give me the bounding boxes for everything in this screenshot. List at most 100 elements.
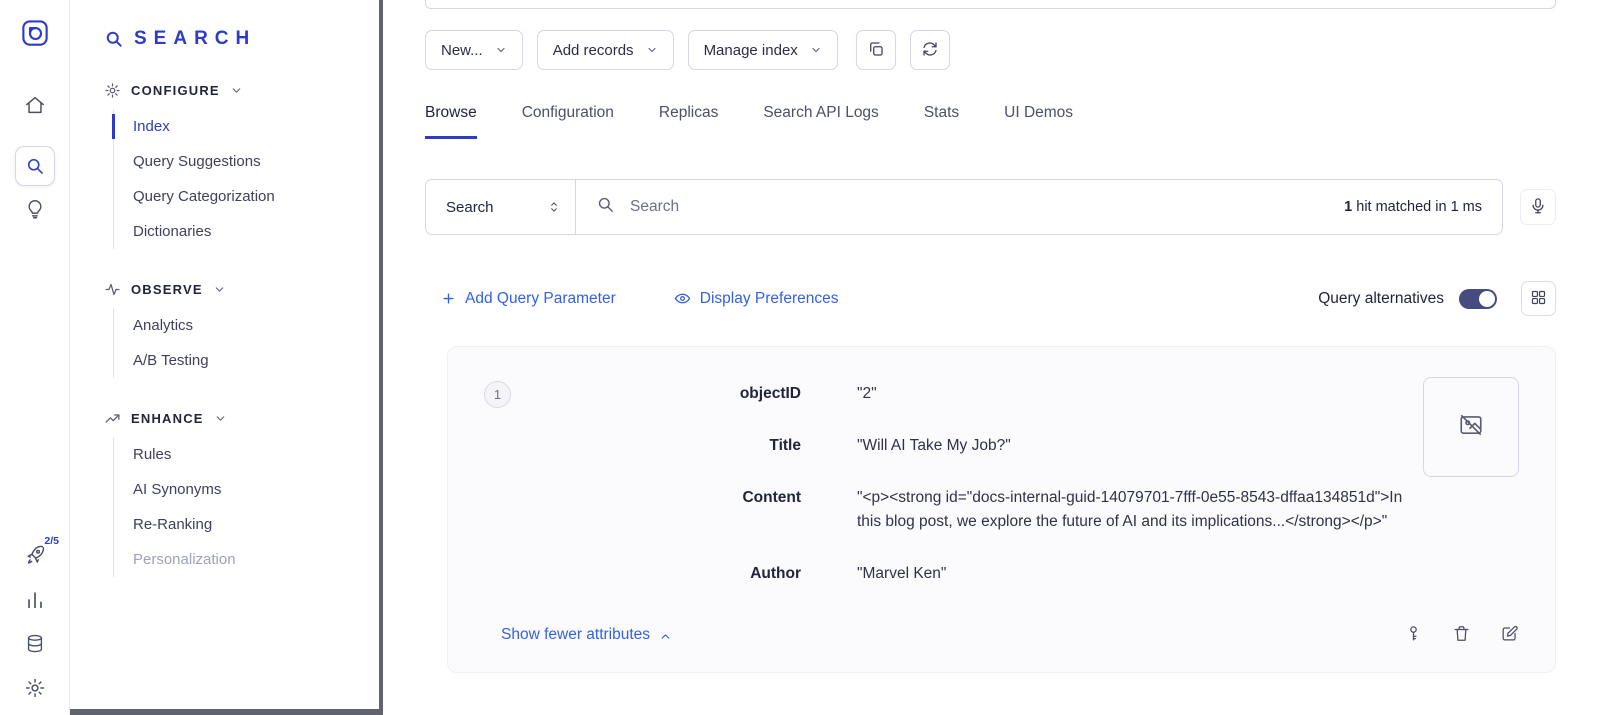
sidebar: SEARCH CONFIGURE Index Query Suggestions… bbox=[70, 0, 383, 715]
add-query-parameter-label: Add Query Parameter bbox=[465, 290, 616, 308]
search-logo-icon bbox=[104, 29, 124, 49]
database-icon[interactable] bbox=[24, 633, 46, 655]
attribute-value: "<p><strong id="docs-internal-guid-14079… bbox=[857, 486, 1409, 534]
copy-icon bbox=[867, 40, 885, 61]
show-fewer-attributes-link[interactable]: Show fewer attributes bbox=[501, 626, 672, 644]
search-mode-label: Search bbox=[446, 199, 494, 216]
new-button[interactable]: New... bbox=[425, 30, 523, 70]
observe-items: Analytics A/B Testing bbox=[113, 308, 383, 378]
enhance-section-header[interactable]: ENHANCE bbox=[104, 410, 383, 427]
search-bar: Search 1 hit matched in 1 ms bbox=[425, 179, 1503, 235]
search-row: Search 1 hit matched in 1 ms bbox=[425, 179, 1556, 235]
manage-index-button-label: Manage index bbox=[704, 42, 798, 59]
chevron-down-icon bbox=[213, 283, 226, 296]
lightbulb-icon[interactable] bbox=[24, 198, 46, 220]
delete-record-button[interactable] bbox=[1452, 624, 1471, 646]
show-fewer-label: Show fewer attributes bbox=[501, 626, 650, 644]
observe-section-title: OBSERVE bbox=[131, 282, 203, 297]
query-alternatives-toggle[interactable] bbox=[1459, 289, 1497, 309]
record-card: 1 objectID "2" Title "Will AI Take My Jo… bbox=[447, 346, 1556, 673]
attribute-name: Author bbox=[521, 562, 801, 586]
manage-index-button[interactable]: Manage index bbox=[688, 30, 838, 70]
chevron-down-icon bbox=[214, 412, 227, 425]
refresh-button[interactable] bbox=[910, 30, 950, 70]
image-off-icon bbox=[1458, 412, 1484, 443]
attribute-name: objectID bbox=[521, 382, 801, 406]
api-key-button[interactable] bbox=[1404, 624, 1423, 646]
index-tabs: Browse Configuration Replicas Search API… bbox=[425, 104, 1556, 139]
settings-gear-icon[interactable] bbox=[24, 677, 46, 699]
sidebar-item-analytics[interactable]: Analytics bbox=[114, 308, 383, 343]
hits-count: 1 bbox=[1344, 199, 1352, 215]
sidebar-item-dictionaries[interactable]: Dictionaries bbox=[114, 214, 383, 249]
sidebar-section-configure: CONFIGURE Index Query Suggestions Query … bbox=[104, 82, 383, 249]
edit-record-button[interactable] bbox=[1500, 624, 1519, 646]
sidebar-item-re-ranking[interactable]: Re-Ranking bbox=[114, 507, 383, 542]
tab-configuration[interactable]: Configuration bbox=[522, 104, 614, 139]
hits-text: hit matched in 1 ms bbox=[1356, 199, 1482, 215]
record-position-badge: 1 bbox=[484, 381, 511, 408]
search-icon bbox=[596, 195, 615, 219]
sidebar-item-index[interactable]: Index bbox=[114, 109, 383, 144]
sidebar-item-ab-testing[interactable]: A/B Testing bbox=[114, 343, 383, 378]
attribute-name: Title bbox=[521, 434, 801, 458]
search-input-wrap bbox=[576, 195, 1344, 219]
home-icon[interactable] bbox=[24, 94, 46, 116]
search-nav-icon[interactable] bbox=[15, 146, 55, 186]
sidebar-horizontal-scrollbar[interactable] bbox=[70, 709, 383, 715]
attribute-name: Content bbox=[521, 486, 801, 534]
sidebar-section-enhance: ENHANCE Rules AI Synonyms Re-Ranking Per… bbox=[104, 410, 383, 577]
bar-chart-icon[interactable] bbox=[24, 589, 46, 611]
usage-badge: 2/5 bbox=[43, 535, 60, 547]
tab-stats[interactable]: Stats bbox=[924, 104, 959, 139]
record-attributes: objectID "2" Title "Will AI Take My Job?… bbox=[521, 382, 1409, 586]
record-card-top: 1 objectID "2" Title "Will AI Take My Jo… bbox=[484, 377, 1519, 586]
key-icon bbox=[1404, 624, 1423, 646]
chevron-down-icon bbox=[646, 44, 658, 56]
search-input[interactable] bbox=[628, 197, 1324, 217]
grid-icon bbox=[1530, 289, 1547, 309]
chevron-down-icon bbox=[810, 44, 822, 56]
product-logo-text: SEARCH bbox=[134, 28, 256, 50]
rail-bottom-group: 2/5 bbox=[23, 544, 46, 699]
sidebar-item-personalization[interactable]: Personalization bbox=[114, 542, 383, 577]
voice-search-button[interactable] bbox=[1520, 189, 1556, 225]
layout-grid-button[interactable] bbox=[1521, 281, 1556, 316]
sort-arrows-icon bbox=[547, 200, 561, 214]
chevron-down-icon bbox=[230, 84, 243, 97]
add-query-parameter-link[interactable]: Add Query Parameter bbox=[441, 290, 616, 308]
app-rail: 2/5 bbox=[0, 0, 70, 715]
trending-up-icon bbox=[104, 410, 121, 427]
tab-search-api-logs[interactable]: Search API Logs bbox=[763, 104, 878, 139]
sidebar-item-query-suggestions[interactable]: Query Suggestions bbox=[114, 144, 383, 179]
configure-section-title: CONFIGURE bbox=[131, 83, 220, 98]
product-logo[interactable]: SEARCH bbox=[104, 28, 383, 50]
configure-section-header[interactable]: CONFIGURE bbox=[104, 82, 383, 99]
activity-pulse-icon bbox=[104, 281, 121, 298]
algolia-logo-icon[interactable] bbox=[20, 18, 50, 48]
app-root: 2/5 SEARCH CONF bbox=[0, 0, 1600, 715]
eye-icon bbox=[674, 290, 691, 307]
tab-ui-demos[interactable]: UI Demos bbox=[1004, 104, 1073, 139]
tab-replicas[interactable]: Replicas bbox=[659, 104, 718, 139]
display-preferences-label: Display Preferences bbox=[700, 290, 839, 308]
record-actions bbox=[1404, 624, 1519, 646]
copy-index-button[interactable] bbox=[856, 30, 896, 70]
microphone-icon bbox=[1529, 197, 1547, 218]
gear-icon bbox=[104, 82, 121, 99]
sidebar-item-rules[interactable]: Rules bbox=[114, 437, 383, 472]
chevron-up-icon bbox=[659, 630, 672, 643]
toggle-knob bbox=[1479, 291, 1495, 307]
rocket-icon[interactable]: 2/5 bbox=[23, 544, 46, 567]
main-content: New... Add records Manage index Browse C… bbox=[383, 0, 1600, 715]
add-records-button[interactable]: Add records bbox=[537, 30, 674, 70]
display-preferences-link[interactable]: Display Preferences bbox=[674, 290, 839, 308]
configure-items: Index Query Suggestions Query Categoriza… bbox=[113, 109, 383, 249]
trash-icon bbox=[1452, 624, 1471, 646]
tab-browse[interactable]: Browse bbox=[425, 104, 477, 139]
index-selector-partial[interactable] bbox=[425, 0, 1556, 9]
observe-section-header[interactable]: OBSERVE bbox=[104, 281, 383, 298]
sidebar-item-ai-synonyms[interactable]: AI Synonyms bbox=[114, 472, 383, 507]
search-mode-select[interactable]: Search bbox=[426, 180, 576, 234]
sidebar-item-query-categorization[interactable]: Query Categorization bbox=[114, 179, 383, 214]
